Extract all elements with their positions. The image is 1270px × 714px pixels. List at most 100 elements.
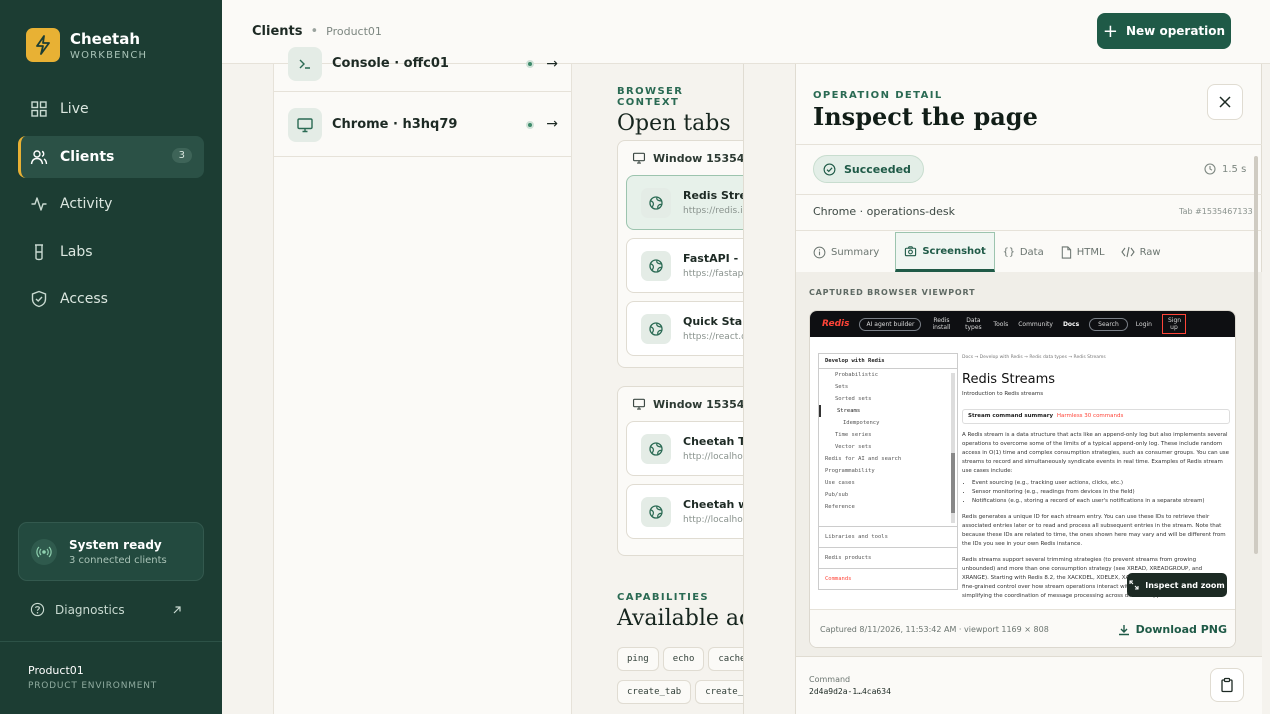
tab-label: HTML (1076, 246, 1105, 258)
window-title: Window 1535467133 (653, 151, 744, 165)
close-button[interactable] (1207, 84, 1243, 120)
terminal-icon (288, 46, 322, 81)
tab-card[interactable]: Quick Start - React https://react.dev (626, 301, 744, 356)
capability-chip[interactable]: echo (662, 647, 705, 671)
arrow-right-icon: → (546, 116, 558, 132)
tab-card[interactable]: FastAPI - Fast https://fastapi.tiangolo.c… (626, 238, 744, 293)
tab-html[interactable]: HTML (1060, 232, 1113, 272)
inspect-zoom-label: Inspect and zoom (1145, 580, 1225, 590)
captured-screenshot[interactable]: Redis AI agent builder Redis install Dat… (809, 310, 1236, 648)
operation-context: Chrome · operations-desk (813, 205, 956, 218)
tab-title: Cheetah Test (683, 435, 744, 448)
nav-label: Access (60, 291, 108, 307)
arrow-right-icon: → (546, 56, 558, 72)
screenshot-main-content: Docs → Develop with Redis → Redis data t… (962, 353, 1230, 601)
summary-extra: Harmless 30 commands (1056, 413, 1124, 419)
panel-scrollbar[interactable] (1254, 156, 1258, 554)
screenshot-signup: Sign up (1161, 314, 1186, 334)
external-link-icon (173, 605, 181, 613)
tab-raw[interactable]: Raw (1120, 232, 1169, 272)
available-actions-title: Available actions (617, 606, 744, 631)
tab-label: Screenshot (922, 245, 986, 257)
capability-chip[interactable]: cache (708, 647, 744, 671)
screenshot-viewport: CAPTURED BROWSER VIEWPORT Redis AI agent… (796, 272, 1262, 656)
tab-card[interactable]: Cheetah workbench http://localhost:3000 (626, 484, 744, 539)
screenshot-sidebar-item: Reference (825, 504, 855, 510)
code-icon (1120, 246, 1135, 258)
client-row-console[interactable]: Console · offc01 → (274, 36, 572, 92)
nav-item-activity[interactable]: Activity (18, 183, 204, 225)
system-status-card[interactable]: System ready 3 connected clients (18, 522, 204, 581)
screenshot-paragraph: Redis generates a unique ID for each str… (962, 514, 1226, 547)
status-label: Succeeded (844, 162, 911, 176)
screenshot-subheading: Introduction to Redis streams (962, 391, 1044, 397)
screenshot-bullet: Sensor monitoring (e.g., readings from d… (972, 488, 1230, 497)
detail-tabs: Summary Screenshot {} Data HTML Raw (813, 232, 1177, 272)
operation-detail-panel: OPERATION DETAIL Inspect the page Succee… (795, 64, 1262, 714)
nav-item-access[interactable]: Access (18, 278, 204, 320)
clients-count-badge: 3 (171, 147, 192, 163)
screenshot-sidebar: Develop with Redis Probabilistic Sets So… (818, 353, 958, 603)
screenshot-nav-link: Redis install (932, 317, 951, 331)
copy-button[interactable] (1210, 668, 1244, 702)
close-icon (1219, 96, 1231, 108)
tab-url: https://react.dev (683, 332, 744, 342)
shield-icon (31, 290, 47, 308)
monitor-icon (632, 152, 646, 164)
window-header[interactable]: Window 1535467133 (618, 141, 744, 175)
sidebar: Cheetah WORKBENCH Live Clients 3 Activit… (0, 0, 222, 714)
capability-chip[interactable]: create_tab (617, 680, 692, 704)
tab-label: Raw (1139, 246, 1161, 258)
globe-icon (641, 433, 671, 464)
globe-icon (641, 496, 671, 527)
screenshot-sidebar-item: Sorted sets (835, 396, 872, 402)
screenshot-bullet: Event sourcing (e.g., tracking user acti… (972, 479, 1230, 488)
globe-icon (641, 250, 671, 281)
globe-icon (641, 313, 671, 344)
nav-item-clients[interactable]: Clients 3 (18, 135, 204, 178)
sidebar-divider (0, 641, 222, 642)
plus-icon: + (1102, 20, 1118, 42)
tab-data[interactable]: {} Data (1003, 232, 1052, 272)
client-row-chrome[interactable]: Chrome · h3hq79 → (274, 93, 572, 157)
brand[interactable]: Cheetah WORKBENCH (26, 28, 147, 62)
diagnostics-link[interactable]: Diagnostics (30, 602, 192, 617)
screenshot-nav-link: Tools (993, 320, 1009, 328)
screenshot-sidebar-item: Vector sets (835, 444, 872, 450)
clock-icon (1204, 163, 1216, 175)
nav-item-live[interactable]: Live (18, 88, 204, 130)
screenshot-scrollbar (951, 373, 955, 523)
window-title: Window 1535467134 (653, 397, 744, 411)
download-png-button[interactable]: Download PNG (1118, 623, 1227, 636)
nav-label: Activity (60, 196, 113, 212)
tab-label: Data (1019, 246, 1044, 258)
command-id: 2d4a9d2a-1…4ca634 (809, 687, 891, 696)
screenshot-bullet-list: Event sourcing (e.g., tracking user acti… (962, 479, 1230, 506)
tab-card[interactable]: Cheetah Test http://localhost:3000 (626, 421, 744, 476)
screenshot-paragraph: A Redis stream is a data structure that … (962, 432, 1230, 474)
screenshot-nav-link: Data types (965, 317, 982, 331)
monitor-icon (288, 107, 322, 142)
tab-card[interactable]: Redis Streams https://redis.io/docs (626, 175, 744, 230)
nav-label: Clients (60, 148, 115, 165)
window-group: Window 1535467133 Redis Streams https://r… (617, 140, 744, 368)
broadcast-icon (31, 538, 57, 565)
summary-label: Stream command summary (968, 413, 1054, 419)
client-name: Chrome · h3hq79 (332, 117, 458, 132)
brand-name: Cheetah (70, 29, 141, 48)
command-label: Command (809, 675, 851, 684)
redis-logo: Redis (822, 319, 850, 329)
inspect-zoom-button[interactable]: Inspect and zoom (1127, 573, 1227, 597)
browser-context-eyebrow: BROWSER CONTEXT (617, 86, 684, 108)
capability-chip[interactable]: ping (617, 647, 659, 671)
screenshot-nav-link: Community (1018, 320, 1053, 328)
capability-chip[interactable]: create_window (695, 680, 744, 704)
tab-summary[interactable]: Summary (813, 232, 887, 272)
nav-item-labs[interactable]: Labs (18, 231, 204, 273)
new-operation-button[interactable]: + New operation (1097, 13, 1231, 49)
lightning-icon (26, 28, 60, 62)
window-header[interactable]: Window 1535467134 (618, 387, 744, 421)
screenshot-sidebar-section: Libraries and tools (818, 527, 958, 548)
tab-screenshot[interactable]: Screenshot (895, 232, 995, 272)
download-icon (1118, 624, 1129, 635)
